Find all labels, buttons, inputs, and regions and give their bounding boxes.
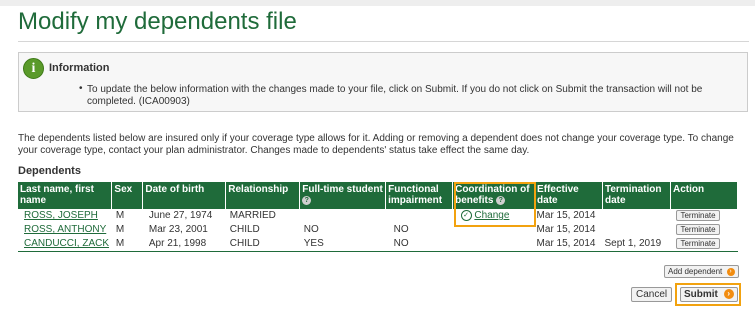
information-text: To update the below information with the… [87, 84, 703, 107]
information-panel: i Information • To update the below info… [18, 52, 748, 112]
sex-cell: M [111, 209, 143, 223]
check-circle-icon: ✓ [460, 209, 472, 221]
coordination-cell [452, 223, 535, 237]
page-title: Modify my dependents file [18, 8, 297, 35]
terminate-button[interactable]: Terminate [676, 224, 720, 235]
termination-cell: Sept 1, 2019 [602, 237, 671, 252]
student-cell [299, 209, 386, 223]
action-cell: Terminate [670, 209, 738, 223]
arrow-right-icon: › [723, 289, 734, 300]
table-header-row: Last name, first name Sex Date of birth … [18, 182, 739, 209]
impairment-cell: NO [385, 223, 453, 237]
coordination-cell [452, 237, 535, 252]
table-row: ROSS, ANTHONY M Mar 23, 2001 CHILD NO NO… [18, 223, 738, 237]
action-cell: Terminate [670, 237, 738, 252]
add-dependent-button[interactable]: Add dependent › [664, 265, 739, 278]
submit-label: Submit [684, 289, 718, 300]
col-header-sex: Sex [111, 182, 144, 209]
relationship-cell: CHILD [225, 237, 300, 252]
student-cell: YES [299, 237, 386, 252]
submit-button[interactable]: Submit › [680, 287, 738, 302]
terminate-button[interactable]: Terminate [676, 210, 720, 221]
top-bar [0, 0, 755, 6]
col-header-termination: Termination date [602, 182, 671, 209]
terminate-button[interactable]: Terminate [676, 238, 720, 249]
help-icon[interactable]: ? [302, 195, 312, 205]
help-icon[interactable]: ? [496, 195, 506, 205]
effective-cell: Mar 15, 2014 [534, 209, 603, 223]
col-header-action: Action [670, 182, 739, 209]
change-coordination-link[interactable]: Change [474, 210, 509, 221]
table-row: CANDUCCI, ZACK M Apr 21, 1998 CHILD YES … [18, 237, 738, 252]
impairment-cell: NO [385, 237, 453, 252]
col-header-effective: Effective date [534, 182, 603, 209]
dependent-name-link[interactable]: ROSS, ANTHONY [20, 224, 106, 235]
add-dependent-label: Add dependent [668, 267, 723, 276]
termination-cell [602, 223, 671, 237]
col-header-student: Full-time student ? [299, 182, 387, 209]
termination-cell [602, 209, 671, 223]
effective-cell: Mar 15, 2014 [534, 237, 603, 252]
effective-cell: Mar 15, 2014 [534, 223, 603, 237]
sex-cell: M [111, 223, 143, 237]
table-row: ROSS, JOSEPH M June 27, 1974 MARRIED ✓ C… [18, 209, 738, 223]
sex-cell: M [111, 237, 143, 252]
col-header-name: Last name, first name [18, 182, 113, 209]
dependent-name-link[interactable]: ROSS, JOSEPH [20, 210, 98, 221]
dob-cell: June 27, 1974 [142, 209, 226, 223]
cancel-button[interactable]: Cancel [631, 287, 673, 302]
col-header-relationship: Relationship [225, 182, 301, 209]
title-divider [18, 41, 749, 42]
col-header-student-label: Full-time student [302, 184, 383, 195]
arrow-right-icon: › [726, 267, 735, 276]
col-header-coordination: Coordination of benefits ? [452, 182, 536, 209]
dependents-title: Dependents [18, 165, 81, 177]
dob-cell: Mar 23, 2001 [142, 223, 226, 237]
relationship-cell: MARRIED [225, 209, 300, 223]
student-cell: NO [299, 223, 386, 237]
col-header-dob: Date of birth [142, 182, 227, 209]
relationship-cell: CHILD [225, 223, 300, 237]
col-header-impairment: Functional impairment [385, 182, 454, 209]
information-title: Information [49, 62, 110, 74]
info-icon: i [23, 58, 44, 79]
intro-text: The dependents listed below are insured … [18, 133, 734, 156]
coordination-cell: ✓ Change [452, 209, 535, 223]
dependent-name-link[interactable]: CANDUCCI, ZACK [20, 238, 109, 249]
dob-cell: Apr 21, 1998 [142, 237, 226, 252]
col-header-coordination-label: Coordination of benefits [455, 184, 530, 206]
action-cell: Terminate [670, 223, 738, 237]
dependents-table: Last name, first name Sex Date of birth … [18, 182, 739, 252]
impairment-cell [385, 209, 453, 223]
